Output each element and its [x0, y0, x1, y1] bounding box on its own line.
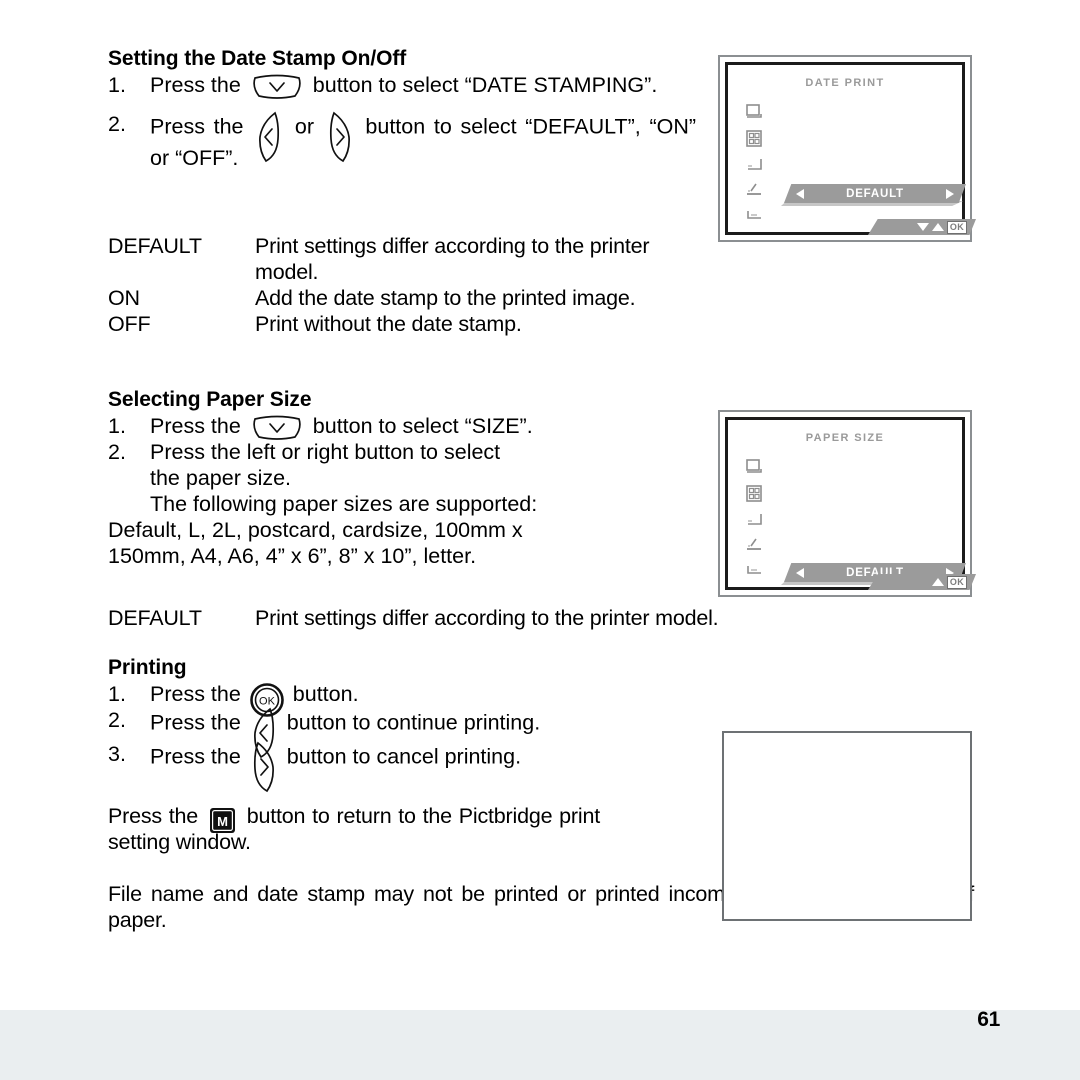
step-row: 1. Press the button to select “DATE STAM…: [108, 72, 696, 100]
file-name-icon[interactable]: [745, 207, 765, 223]
step-number: 2.: [108, 440, 126, 464]
multi-frame-icon[interactable]: [745, 485, 765, 503]
value-selector-bar[interactable]: DEFAULT: [784, 184, 966, 203]
date-print-screen: DATE PRINT DEFAULT OK: [718, 55, 976, 242]
step-line: Default, L, 2L, postcard, cardsize, 100m…: [108, 518, 523, 542]
print-layout-icon[interactable]: [745, 103, 765, 121]
step-number: 1.: [108, 682, 126, 706]
definition-row: ON Add the date stamp to the printed ima…: [108, 285, 696, 311]
step-number: 2.: [108, 708, 126, 733]
ok-badge[interactable]: OK: [946, 575, 967, 589]
step-text-after: button to continue printing.: [286, 711, 541, 735]
printing-illustration-box: [722, 731, 972, 921]
text-column: Setting the Date Stamp On/Off 1. Press t…: [108, 46, 974, 933]
step-text: Press the button to select “SIZE”.: [150, 413, 696, 441]
note-return-to-pictbridge: Press the M button to return to the Pict…: [108, 803, 600, 855]
step-text: Press the left or right button to select…: [108, 439, 696, 569]
right-button-icon: [327, 111, 353, 163]
step-text-after: button to select “SIZE”.: [312, 414, 533, 438]
lcd-title: PAPER SIZE: [805, 432, 885, 444]
heading-paper-size: Selecting Paper Size: [108, 388, 312, 411]
step-text-before: Press the: [150, 682, 241, 706]
note-text-before: Press the: [108, 804, 199, 829]
lcd-title: DATE PRINT: [805, 77, 885, 89]
lcd-inner-frame: DATE PRINT DEFAULT OK: [725, 62, 976, 235]
paper-size-icon[interactable]: [745, 157, 765, 173]
step-row: 1. Press the OK button.: [108, 681, 696, 718]
step-text-before: Press the: [150, 114, 244, 139]
arrow-down-icon: [916, 223, 929, 231]
arrow-left-icon[interactable]: [796, 188, 804, 199]
lcd-menu-icon-column: [745, 103, 765, 223]
definition-term: OFF: [108, 312, 151, 336]
down-button-icon: [251, 74, 303, 100]
footer-band: [0, 1010, 1080, 1080]
definition-desc: Add the date stamp to the printed image.: [255, 286, 636, 310]
step-row: 2. Press the or button to select “DEFAUL…: [108, 111, 696, 171]
arrow-up-icon: [931, 223, 944, 231]
multi-frame-icon[interactable]: [745, 130, 765, 148]
definition-desc: Print without the date stamp.: [255, 312, 522, 336]
selected-value: DEFAULT: [846, 187, 904, 200]
date-stamp-options-list: DEFAULT Print settings differ according …: [108, 233, 696, 337]
step-text-before: Press the: [150, 73, 241, 97]
left-button-icon: [256, 111, 282, 163]
step-text: Press the button to continue printing.: [150, 707, 696, 759]
down-button-icon: [251, 415, 303, 441]
step-text-before: Press the: [150, 745, 241, 769]
svg-text:OK: OK: [259, 696, 276, 708]
definition-term: DEFAULT: [108, 606, 202, 630]
arrow-left-icon[interactable]: [796, 567, 804, 578]
step-row: 2. Press the left or right button to sel…: [108, 439, 696, 569]
step-text-after: button to select “DATE STAMPING”.: [312, 73, 658, 97]
manual-page: Setting the Date Stamp On/Off 1. Press t…: [0, 0, 1080, 1080]
step-line: Press the left or right button to select: [150, 440, 501, 464]
lcd-hint-strip: OK: [868, 219, 976, 235]
lcd-inner-frame: PAPER SIZE DEFAULT OK: [725, 417, 976, 590]
step-text-after: button to cancel printing.: [286, 745, 522, 769]
date-print-icon[interactable]: [745, 537, 765, 553]
step-text-after: button.: [292, 682, 359, 706]
svg-text:M: M: [217, 814, 228, 829]
definition-row: DEFAULT Print settings differ according …: [108, 605, 719, 631]
definition-term: DEFAULT: [108, 234, 202, 258]
step-text-middle: or: [294, 114, 315, 139]
step-row: 3. Press the button to cancel printing.: [108, 741, 696, 793]
arrow-right-icon[interactable]: [946, 188, 954, 199]
step-text-before: Press the: [150, 711, 241, 735]
heading-printing: Printing: [108, 656, 187, 679]
lcd-menu-icon-column: [745, 458, 765, 578]
step-number: 2.: [108, 112, 126, 136]
definition-desc: Print settings differ according to the p…: [255, 606, 719, 630]
definition-row: DEFAULT Print settings differ according …: [108, 233, 696, 285]
lcd-hint-strip: OK: [868, 574, 976, 590]
step-line: 150mm, A4, A6, 4” x 6”, 8” x 10”, letter…: [108, 544, 477, 568]
file-name-icon[interactable]: [745, 562, 765, 578]
arrow-up-icon: [931, 578, 944, 586]
step-text: Press the or button to select “DEFAULT”,…: [150, 111, 696, 171]
paper-size-icon[interactable]: [745, 512, 765, 528]
ok-badge[interactable]: OK: [946, 220, 967, 234]
paper-size-screen: PAPER SIZE DEFAULT OK: [718, 410, 976, 597]
date-print-icon[interactable]: [745, 182, 765, 198]
print-layout-icon[interactable]: [745, 458, 765, 476]
right-button-icon: [251, 741, 277, 793]
step-text: Press the button to select “DATE STAMPIN…: [150, 72, 696, 100]
step-text: Press the button to cancel printing.: [150, 741, 696, 793]
step-row: 1. Press the button to select “SIZE”.: [108, 413, 696, 441]
page-number: 61: [977, 1008, 1000, 1031]
definition-row: OFF Print without the date stamp.: [108, 311, 696, 337]
menu-m-button-icon: M: [209, 807, 236, 834]
step-number: 3.: [108, 742, 126, 767]
step-number: 1.: [108, 73, 126, 97]
step-number: 1.: [108, 414, 126, 438]
definition-desc: Print settings differ according to the p…: [255, 234, 650, 284]
step-line: The following paper sizes are supported:: [150, 492, 538, 516]
definition-term: ON: [108, 286, 140, 310]
step-text: Press the OK button.: [150, 681, 696, 718]
heading-date-stamp: Setting the Date Stamp On/Off: [108, 47, 407, 70]
step-line: the paper size.: [150, 466, 292, 490]
step-text-before: Press the: [150, 414, 241, 438]
step-row: 2. Press the button to continue printing…: [108, 707, 696, 759]
